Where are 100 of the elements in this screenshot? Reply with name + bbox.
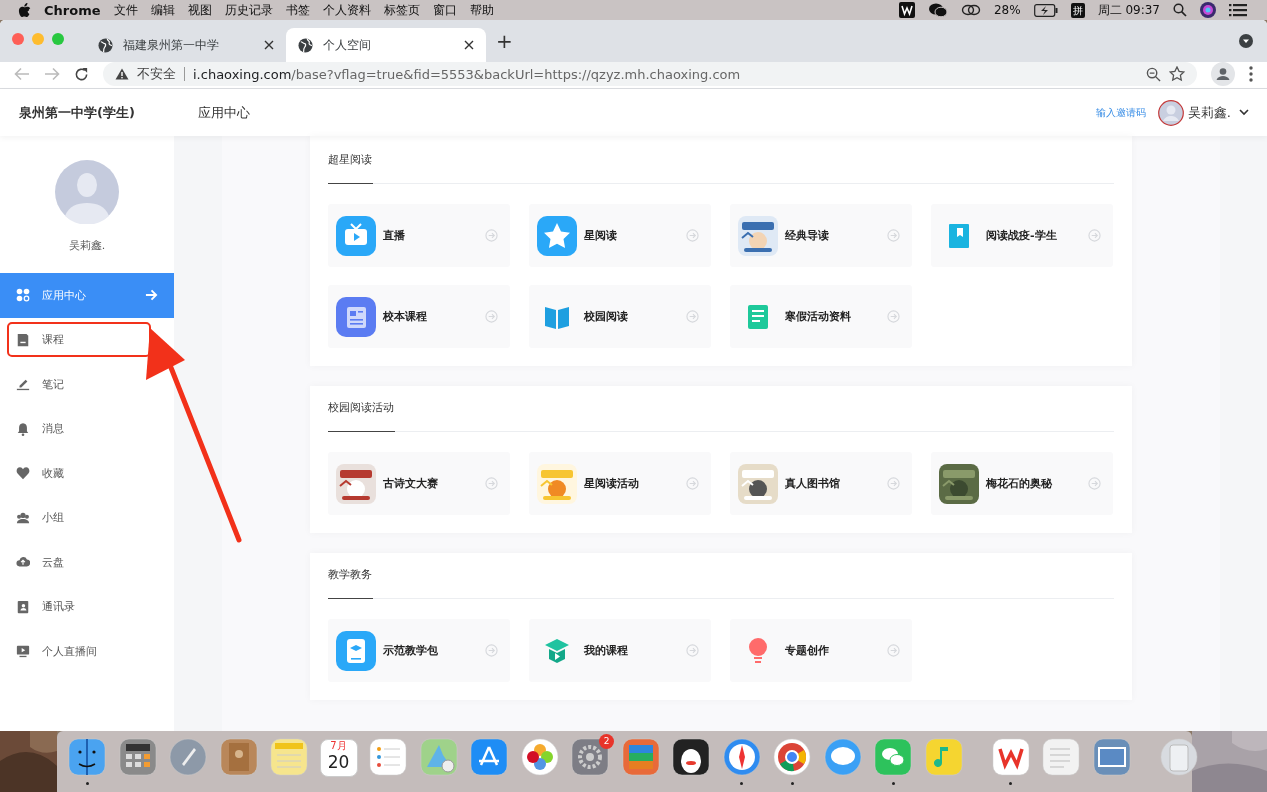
avatar-icon[interactable] — [1157, 99, 1184, 126]
app-tile[interactable]: 梅花石的奥秘 — [931, 452, 1113, 515]
app-tile[interactable]: 校本课程 — [328, 285, 510, 348]
section-title: 校园阅读活动 — [328, 400, 394, 415]
address-field[interactable]: 不安全 i.chaoxing.com/base?vflag=true&fid=5553&backUrl=https://qzyz.mh.chaoxing.com — [103, 62, 1197, 86]
arrow-circle-icon — [1088, 477, 1101, 490]
user-name: 吴莉鑫. — [68, 238, 106, 253]
sidebar-item[interactable]: 收藏 — [0, 451, 174, 496]
assistant-icon[interactable] — [1200, 2, 1216, 18]
search-icon[interactable] — [1173, 3, 1187, 17]
warning-icon[interactable] — [115, 68, 129, 80]
globe-icon — [298, 37, 313, 53]
nav-link[interactable]: 应用中心 — [198, 103, 250, 122]
group-icon — [16, 510, 30, 525]
wps-icon[interactable] — [898, 2, 915, 18]
app-tile[interactable]: 专题创作 — [730, 619, 912, 682]
sidebar-item[interactable]: 云盘 — [0, 540, 174, 585]
new-tab-button[interactable]: + — [496, 29, 513, 53]
invite-code-link[interactable]: 输入邀请码 — [1095, 105, 1146, 120]
close-icon[interactable] — [464, 40, 474, 50]
battery-percent: 28% — [993, 3, 1021, 17]
app-tile[interactable]: 经典导读 — [730, 204, 912, 267]
app-tile[interactable]: 星阅读 — [529, 204, 711, 267]
menu-item[interactable]: 窗口 — [432, 1, 457, 19]
heart-icon — [16, 466, 30, 481]
arrow-circle-icon — [686, 310, 699, 323]
menu-item[interactable]: 视图 — [187, 1, 212, 19]
penguin-icon[interactable] — [671, 737, 711, 777]
arrow-circle-icon — [887, 644, 900, 657]
list-icon[interactable] — [1229, 3, 1247, 17]
menu-app-name[interactable]: Chrome — [44, 2, 101, 18]
arrow-circle-icon — [686, 229, 699, 242]
video-screen-icon — [16, 644, 30, 659]
reload-icon[interactable] — [74, 66, 89, 82]
browser-tab[interactable]: 个人空间 — [286, 28, 486, 62]
arrow-right-icon — [145, 289, 158, 302]
notification-badge: 2 — [599, 734, 614, 749]
arrow-circle-icon — [686, 644, 699, 657]
apps-icon — [16, 288, 30, 303]
arrow-circle-icon — [887, 477, 900, 490]
app-tile[interactable]: 真人图书馆 — [730, 452, 912, 515]
sidebar-item[interactable]: 小组 — [0, 495, 174, 540]
app-tile[interactable]: 古诗文大赛 — [328, 452, 510, 515]
zoom-out-icon[interactable] — [1146, 66, 1161, 82]
chevron-down-icon[interactable] — [1239, 109, 1249, 116]
menu-item[interactable]: 文件 — [113, 1, 138, 19]
sidebar-item[interactable]: 个人直播间 — [0, 629, 174, 674]
app-tile[interactable]: 校园阅读 — [529, 285, 711, 348]
sidebar-item[interactable]: 笔记 — [0, 362, 174, 407]
school-name: 泉州第一中学(学生) — [19, 103, 136, 122]
arrow-circle-icon — [887, 310, 900, 323]
arrow-circle-icon — [1088, 229, 1101, 242]
app-tile[interactable]: 寒假活动资料 — [730, 285, 912, 348]
app-tile[interactable]: 直播 — [328, 204, 510, 267]
calendar-icon[interactable]: 7月 20 — [319, 739, 358, 777]
apple-icon[interactable] — [18, 2, 31, 18]
menu-item[interactable]: 帮助 — [469, 1, 494, 19]
calculator-icon[interactable] — [117, 737, 158, 777]
link-icon[interactable] — [960, 3, 981, 17]
arrow-circle-icon — [485, 477, 498, 490]
close-icon[interactable] — [264, 40, 274, 50]
globe-icon — [98, 37, 113, 53]
menu-item[interactable]: 历史记录 — [224, 1, 273, 19]
newspaper-icon — [336, 296, 376, 337]
preview-icon[interactable] — [1091, 737, 1132, 777]
avatar-icon — [55, 160, 119, 224]
tablet-icon — [336, 630, 376, 671]
section-title: 教学教务 — [328, 567, 372, 582]
arrow-circle-icon — [686, 477, 699, 490]
app-tile[interactable]: 阅读战疫-学生 — [931, 204, 1113, 267]
clock[interactable]: 周二 09:37 — [1097, 1, 1160, 19]
app-store-icon[interactable] — [469, 737, 509, 777]
sidebar-item[interactable]: 通讯录 — [0, 584, 174, 629]
section-title: 超星阅读 — [328, 152, 372, 167]
tv-icon — [336, 215, 376, 256]
book-icon — [16, 332, 30, 347]
finder-icon[interactable] — [67, 737, 107, 777]
menu-icon[interactable] — [1249, 66, 1253, 82]
app-tile[interactable]: 我的课程 — [529, 619, 711, 682]
menu-item[interactable]: 书签 — [285, 1, 310, 19]
arrow-circle-icon — [485, 644, 498, 657]
profile-icon[interactable] — [1211, 62, 1235, 86]
menu-item[interactable]: 编辑 — [150, 1, 175, 19]
user-name[interactable]: 吴莉鑫. — [1187, 103, 1231, 122]
pen-icon — [16, 377, 30, 392]
app-tile[interactable]: 星阅读活动 — [529, 452, 711, 515]
bell-icon — [16, 421, 30, 436]
gear-icon[interactable] — [570, 737, 610, 777]
arrow-circle-icon — [485, 229, 498, 242]
menu-item[interactable]: 标签页 — [383, 1, 420, 19]
menu-item[interactable]: 个人资料 — [322, 1, 371, 19]
arrow-circle-icon — [485, 310, 498, 323]
battery-icon[interactable] — [1033, 3, 1058, 17]
browser-tab[interactable]: 福建泉州第一中学 — [86, 28, 286, 62]
chat-icon[interactable] — [927, 2, 948, 18]
sidebar-item[interactable]: 消息 — [0, 406, 174, 451]
star-icon[interactable] — [1169, 66, 1185, 82]
app-tile[interactable]: 示范教学包 — [328, 619, 510, 682]
input-method-indicator[interactable]: 拼 — [1070, 2, 1085, 18]
tab-search-icon[interactable] — [1239, 34, 1253, 48]
